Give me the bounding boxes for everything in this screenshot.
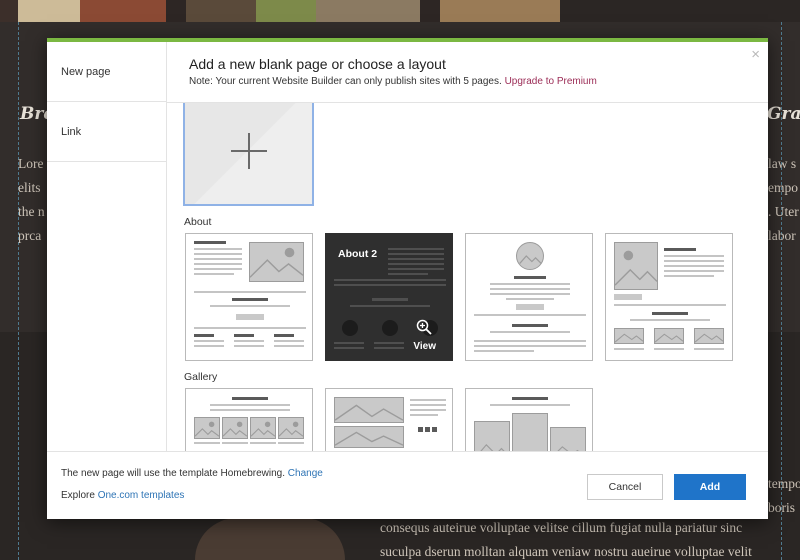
plus-icon	[230, 132, 267, 169]
blank-page-card[interactable]	[183, 103, 314, 206]
template-info: The new page will use the template Homeb…	[61, 468, 323, 479]
image-placeholder-icon	[614, 242, 658, 290]
dialog-header: Add a new blank page or choose a layout …	[167, 42, 768, 103]
upgrade-link[interactable]: Upgrade to Premium	[505, 76, 597, 87]
layout-card-gallery-1[interactable]	[185, 388, 313, 451]
dialog-note: Note: Your current Website Builder can o…	[189, 76, 768, 87]
background-photo-strip	[0, 0, 800, 22]
image-placeholder-icon	[474, 421, 510, 451]
view-button[interactable]: View	[413, 341, 436, 352]
background-photo	[18, 0, 80, 22]
layout-card-gallery-3[interactable]	[465, 388, 593, 451]
image-placeholder-icon	[614, 328, 644, 344]
sidebar-item-label: Link	[61, 125, 82, 138]
layout-gallery: About About 2 View Gallery	[167, 103, 768, 451]
image-placeholder-icon	[334, 397, 404, 423]
background-photo	[166, 0, 186, 22]
layout-card-title: About 2	[338, 248, 378, 260]
section-label-about: About	[184, 216, 212, 228]
image-placeholder-icon	[249, 242, 304, 282]
background-portrait	[195, 518, 345, 560]
image-placeholder-icon	[694, 328, 724, 344]
image-placeholder-icon	[334, 426, 404, 448]
layout-card-about-2[interactable]: About 2 View	[325, 233, 453, 361]
background-text-right-lower: tempo boris	[768, 476, 800, 515]
image-placeholder-icon	[222, 417, 248, 439]
layout-card-about-4[interactable]	[605, 233, 733, 361]
background-heading-right: Grai	[767, 104, 800, 124]
cancel-button[interactable]: Cancel	[587, 474, 663, 500]
background-photo	[560, 0, 800, 22]
background-guide-line	[18, 22, 19, 560]
image-placeholder-icon	[516, 242, 544, 270]
image-placeholder-icon	[250, 417, 276, 439]
dialog-sidebar: New page Link	[47, 42, 167, 451]
background-photo	[186, 0, 256, 22]
explore-templates: Explore One.com templates	[61, 490, 185, 501]
add-button[interactable]: Add	[674, 474, 746, 500]
layout-card-about-3[interactable]	[465, 233, 593, 361]
image-placeholder-icon	[278, 417, 304, 439]
sidebar-item-label: New page	[61, 65, 111, 78]
image-placeholder-icon	[194, 417, 220, 439]
layout-card-about-1[interactable]	[185, 233, 313, 361]
change-template-link[interactable]: Change	[288, 468, 323, 479]
background-photo	[420, 0, 440, 22]
image-placeholder-icon	[550, 427, 586, 451]
background-photo	[316, 0, 420, 22]
layout-card-gallery-2[interactable]	[325, 388, 453, 451]
zoom-in-icon	[416, 319, 432, 335]
background-photo	[440, 0, 560, 22]
new-page-dialog: × New page Link Add a new blank page or …	[47, 38, 768, 519]
sidebar-item-new-page[interactable]: New page	[47, 42, 166, 102]
background-photo	[0, 0, 18, 22]
background-photo	[256, 0, 316, 22]
sidebar-item-link[interactable]: Link	[47, 102, 166, 162]
background-text-right: law s empo . Uter labor	[768, 156, 799, 243]
page-limit-note: Note: Your current Website Builder can o…	[189, 76, 502, 87]
onecom-templates-link[interactable]: One.com templates	[98, 490, 185, 501]
section-label-gallery: Gallery	[184, 371, 218, 383]
background-photo	[80, 0, 166, 22]
image-placeholder-icon	[654, 328, 684, 344]
background-text-left: Lore elits the n prca	[18, 156, 45, 243]
image-placeholder-icon	[512, 413, 548, 451]
dialog-footer: The new page will use the template Homeb…	[47, 451, 768, 523]
dialog-title: Add a new blank page or choose a layout	[189, 56, 446, 72]
